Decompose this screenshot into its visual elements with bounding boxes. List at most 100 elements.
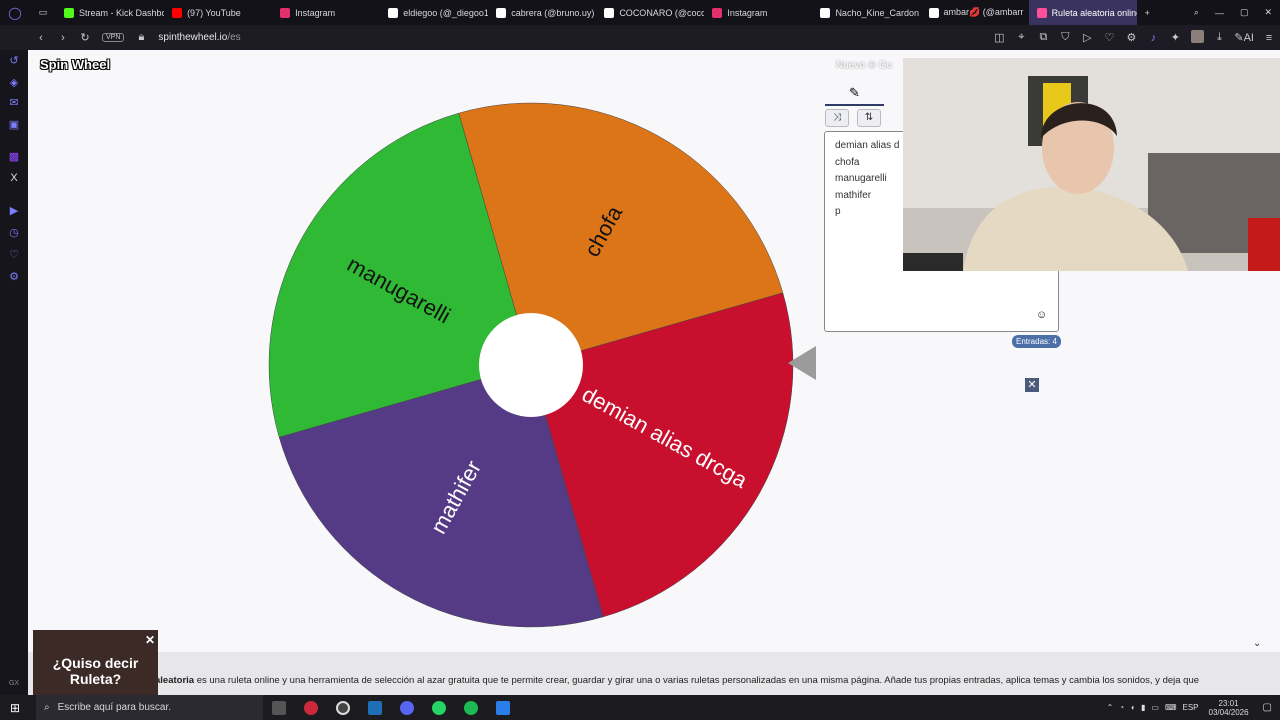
twitch-icon[interactable]: ▩ — [7, 150, 21, 164]
history-icon[interactable]: ↺ — [7, 54, 21, 68]
back-icon[interactable]: ‹ — [30, 32, 52, 44]
search-tabs-icon[interactable]: ⌕ — [1186, 0, 1207, 25]
browser-toolbar: ‹ › ↻ VPN 🔒︎ spinthewheel.io/es ◫ ⌖ ⧉ ⛉ … — [0, 25, 1280, 50]
download-app-icon[interactable] — [487, 695, 519, 720]
forward-icon[interactable]: › — [52, 32, 74, 44]
discord-app-icon[interactable] — [391, 695, 423, 720]
browser-tab[interactable]: cabrera (@bruno.uy) — [488, 0, 596, 25]
wifi-icon[interactable]: ◔ — [1119, 703, 1124, 712]
chevron-down-icon[interactable]: ⌄ — [1253, 638, 1261, 649]
tab-favicon-icon — [604, 7, 615, 18]
browser-tab[interactable]: eldiegoo (@_diegoo1 — [380, 0, 488, 25]
browser-tab[interactable]: ambar💋 (@ambarr — [921, 0, 1029, 25]
ad-banner[interactable]: ✕ ¿Quiso decir Ruleta? — [33, 630, 158, 695]
mic-icon[interactable]: ▮ — [1141, 703, 1145, 712]
player-icon[interactable]: ▶ — [7, 204, 21, 218]
sidebar-settings-icon[interactable]: ⚙ — [7, 270, 21, 284]
browser-tab[interactable]: Nacho_Kine_Cardon — [812, 0, 920, 25]
page-content: Spin Wheel Nuevo ⊕ Gu demian alias drcga… — [28, 50, 1280, 695]
tray-chevron-icon[interactable]: ⌃ — [1107, 703, 1114, 712]
tab-label: eldiegoo (@_diegoo1 — [403, 7, 489, 18]
settings-icon[interactable]: ⚙ — [1120, 31, 1142, 44]
tab-favicon-icon — [496, 7, 507, 18]
site-logo[interactable]: Spin Wheel — [40, 57, 110, 72]
heart-sidebar-icon[interactable]: ♡ — [7, 248, 21, 262]
emoji-icon[interactable]: ☺ — [1036, 309, 1047, 321]
music-icon[interactable]: ♪ — [1142, 32, 1164, 44]
close-window-icon[interactable]: ✕ — [1256, 0, 1280, 25]
ad-close-icon[interactable]: ✕ — [145, 632, 155, 648]
clock-time: 23:01 — [1218, 698, 1239, 708]
search-icon: ⌕ — [44, 702, 50, 713]
url-path: /es — [227, 32, 241, 43]
vpn-badge[interactable]: VPN — [102, 33, 125, 42]
x-icon[interactable]: X — [7, 172, 21, 186]
terminal-app-icon[interactable] — [359, 695, 391, 720]
tab-overview-icon[interactable]: ▭ — [30, 0, 56, 25]
snapshot-icon[interactable]: ⧉ — [1032, 31, 1054, 44]
spotify-app-icon[interactable] — [455, 695, 487, 720]
clock-date: 03/04/2026 — [1208, 707, 1249, 717]
browser-tab[interactable]: (97) YouTube — [164, 0, 272, 25]
shuffle-button[interactable]: ⤨ — [825, 109, 849, 127]
browser-tab[interactable]: Instagram — [272, 0, 380, 25]
ad-text: ¿Quiso decir Ruleta? — [52, 655, 139, 687]
volume-icon[interactable]: ◖ — [1130, 703, 1135, 712]
wheel[interactable]: demian alias drcgamathifermanugarellicho… — [261, 95, 801, 635]
entries-count-badge: Entradas: 4 — [1012, 335, 1061, 348]
wheel-pointer-icon — [788, 346, 816, 380]
shield-icon[interactable]: ⛉ — [1054, 31, 1076, 44]
tab-label: Ruleta aleatoria online – ru — [1051, 7, 1137, 18]
close-icon[interactable]: ✕ — [1025, 378, 1039, 392]
aria-icon[interactable]: ◈ — [7, 76, 21, 90]
heart-icon[interactable]: ♡ — [1098, 31, 1120, 44]
clock[interactable]: 23:01 03/04/2026 — [1209, 699, 1249, 717]
ai-label: AI — [1243, 32, 1254, 44]
wheel-center[interactable] — [479, 313, 583, 417]
tab-favicon-icon — [1036, 7, 1047, 18]
description-text: aleatoria es una ruleta online y una her… — [155, 675, 1215, 686]
extensions-icon[interactable]: ✦ — [1164, 31, 1186, 44]
opera-app-icon[interactable] — [295, 695, 327, 720]
maximize-icon[interactable]: ▢ — [1232, 0, 1257, 25]
address-bar[interactable]: spinthewheel.io/es — [158, 32, 240, 43]
tab-label: ambar💋 (@ambarr — [943, 7, 1024, 17]
browser-tab[interactable]: Instagram — [704, 0, 812, 25]
whatsapp-app-icon[interactable] — [423, 695, 455, 720]
sort-button[interactable]: ⇅ — [857, 109, 881, 127]
shuffle-icon: ⤨ — [833, 112, 841, 123]
info-panel — [28, 652, 1280, 695]
profile-avatar-icon[interactable] — [1186, 29, 1208, 46]
taskbar-search[interactable]: ⌕ Escribe aquí para buscar. — [36, 695, 263, 720]
play-icon[interactable]: ▷ — [1076, 31, 1098, 44]
browser-tab[interactable]: Ruleta aleatoria online – ru — [1028, 0, 1137, 25]
menu-icon[interactable]: ≡ — [1258, 32, 1280, 44]
task-view-icon[interactable] — [263, 695, 295, 720]
tab-label: Instagram — [727, 7, 768, 18]
tab-label: Nacho_Kine_Cardon — [835, 7, 919, 18]
sidebar-toggle-icon[interactable]: ◫ — [988, 31, 1010, 44]
keyboard-icon[interactable]: ⌨ — [1165, 703, 1177, 712]
windows-start-icon[interactable]: ⊞ — [0, 695, 30, 720]
top-nav[interactable]: Nuevo ⊕ Gu — [836, 60, 892, 71]
battery-icon[interactable]: ▭ — [1151, 703, 1159, 712]
tab-label: COCONARO (@coco — [619, 7, 705, 18]
notifications-icon[interactable]: ▢ — [1263, 702, 1272, 713]
new-tab-button[interactable]: + — [1137, 0, 1158, 25]
edit-tab[interactable]: ✎ — [825, 82, 884, 106]
wallet-icon[interactable]: ▣ — [7, 118, 21, 132]
opera-logo-icon[interactable]: ◯ — [0, 0, 30, 25]
download-icon[interactable]: ⤓ — [1208, 31, 1230, 44]
tab-favicon-icon — [928, 7, 939, 18]
minimize-icon[interactable]: — — [1207, 0, 1232, 25]
messenger-icon[interactable]: ✉ — [7, 96, 21, 110]
browser-tab[interactable]: Stream - Kick Dashbo — [56, 0, 164, 25]
language-indicator[interactable]: ESP — [1182, 703, 1198, 712]
clock-icon[interactable]: ◷ — [7, 226, 21, 240]
aria-ai-button[interactable]: ✎AI — [1230, 31, 1258, 44]
pin-icon[interactable]: ⌖ — [1010, 31, 1032, 44]
obs-app-icon[interactable] — [327, 695, 359, 720]
reload-icon[interactable]: ↻ — [74, 31, 96, 44]
browser-tab[interactable]: COCONARO (@coco — [596, 0, 704, 25]
windows-taskbar: ⊞ ⌕ Escribe aquí para buscar. ⌃ ◔ ◖ ▮ ▭ … — [0, 695, 1280, 720]
